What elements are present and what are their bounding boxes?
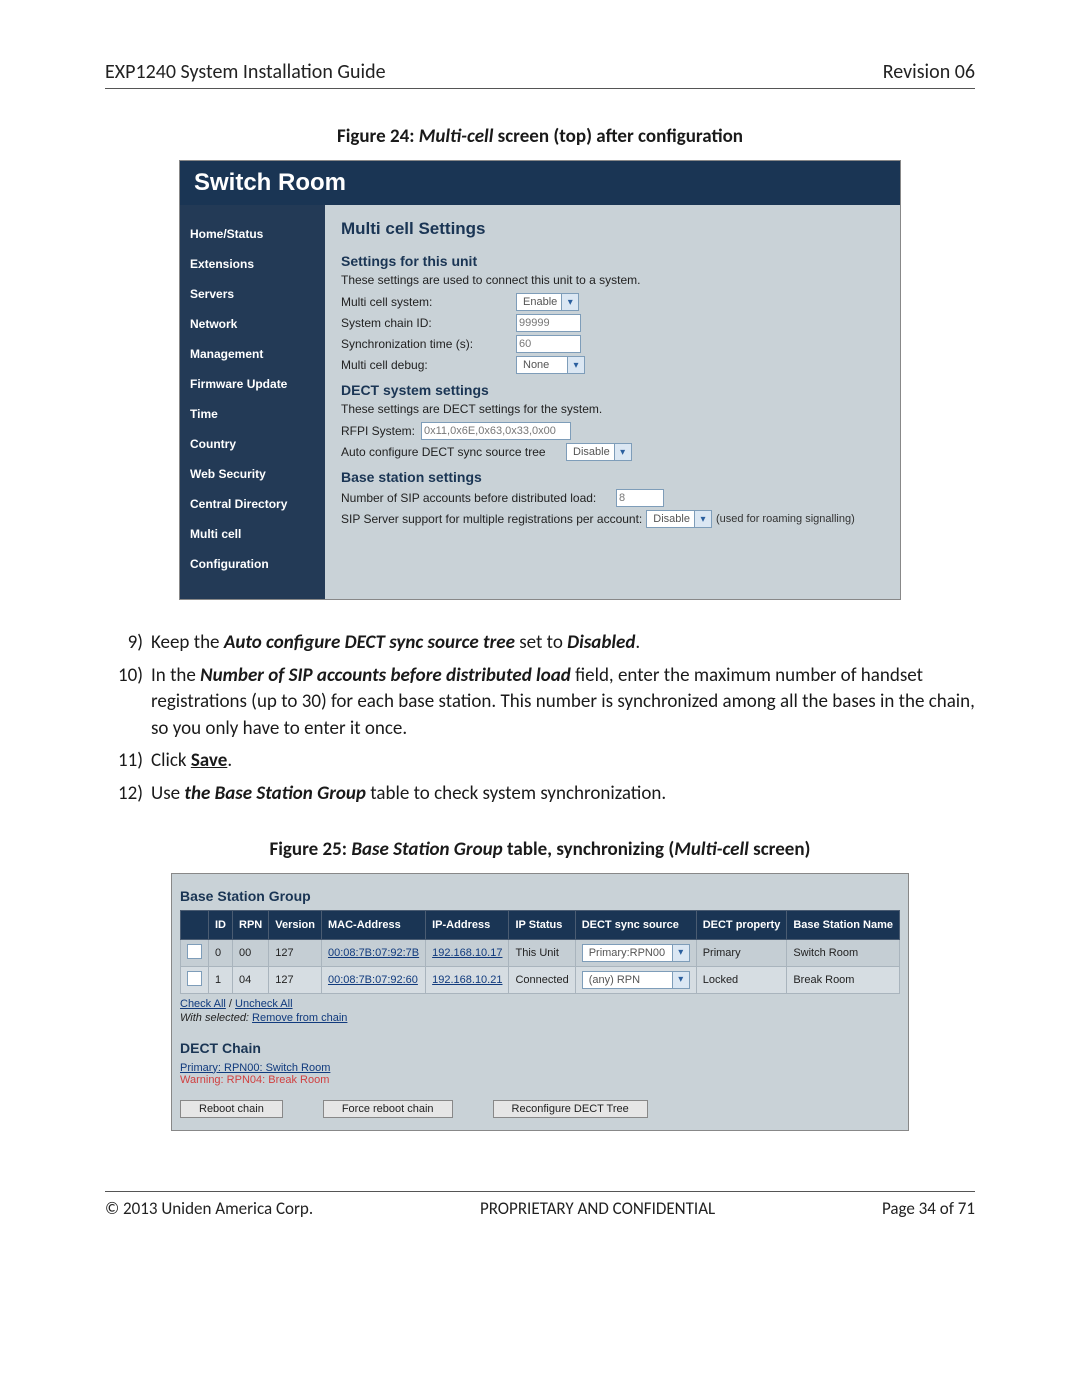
instruction-number: 12) xyxy=(105,781,151,808)
page-title: Multi cell Settings xyxy=(341,219,884,239)
section-dect-settings: DECT system settings xyxy=(341,382,884,398)
chain-id-input[interactable] xyxy=(516,314,581,332)
table-row: 00012700:08:7B:07:92:7B192.168.10.17This… xyxy=(181,939,900,966)
instruction-text: Use the Base Station Group table to chec… xyxy=(151,781,975,808)
col-header: DECT property xyxy=(696,910,787,939)
col-header xyxy=(181,910,209,939)
chevron-down-icon: ▾ xyxy=(672,945,689,961)
chevron-down-icon: ▾ xyxy=(614,444,631,460)
chevron-down-icon: ▾ xyxy=(694,511,711,527)
ip-link[interactable]: 192.168.10.21 xyxy=(432,974,502,986)
sync-time-label: Synchronization time (s): xyxy=(341,337,516,351)
figure24-screenshot: Switch Room Home/StatusExtensionsServers… xyxy=(179,160,901,600)
section-unit-settings: Settings for this unit xyxy=(341,253,884,269)
check-all-link[interactable]: Check All xyxy=(180,998,226,1010)
sidebar-item-servers[interactable]: Servers xyxy=(190,279,315,309)
chevron-down-icon: ▾ xyxy=(561,294,578,310)
reconfigure-dect-tree-button[interactable]: Reconfigure DECT Tree xyxy=(493,1100,648,1118)
bsg-table: IDRPNVersionMAC-AddressIP-AddressIP Stat… xyxy=(180,910,900,994)
sidebar-item-central-directory[interactable]: Central Directory xyxy=(190,489,315,519)
chevron-down-icon: ▾ xyxy=(567,357,584,373)
col-header: ID xyxy=(209,910,233,939)
debug-select[interactable]: None ▾ xyxy=(516,356,585,374)
uncheck-all-link[interactable]: Uncheck All xyxy=(235,998,292,1010)
rfpi-label: RFPI System: xyxy=(341,424,421,438)
sidebar-item-multi-cell[interactable]: Multi cell xyxy=(190,519,315,549)
instruction-text: In the Number of SIP accounts before dis… xyxy=(151,663,975,743)
instructions-list: 9)Keep the Auto configure DECT sync sour… xyxy=(105,630,975,808)
col-header: Base Station Name xyxy=(787,910,900,939)
autocfg-select[interactable]: Disable ▾ xyxy=(566,443,632,461)
footer-page: Page 34 of 71 xyxy=(882,1198,975,1219)
sip-before-label: Number of SIP accounts before distribute… xyxy=(341,491,616,505)
remove-from-chain-link[interactable]: Remove from chain xyxy=(252,1012,347,1024)
sidebar-item-configuration[interactable]: Configuration xyxy=(190,549,315,579)
table-row: 10412700:08:7B:07:92:60192.168.10.21Conn… xyxy=(181,966,900,993)
sip-before-input[interactable] xyxy=(616,489,664,507)
sidebar-item-web-security[interactable]: Web Security xyxy=(190,459,315,489)
doc-header: EXP1240 System Installation Guide Revisi… xyxy=(105,60,975,89)
col-header: RPN xyxy=(233,910,269,939)
instruction-number: 10) xyxy=(105,663,151,743)
dect-chain-heading: DECT Chain xyxy=(180,1040,900,1056)
rfpi-input[interactable] xyxy=(421,422,571,440)
sidebar-item-extensions[interactable]: Extensions xyxy=(190,249,315,279)
chain-primary-link[interactable]: Primary: RPN00: Switch Room xyxy=(180,1062,900,1074)
instruction-number: 11) xyxy=(105,748,151,775)
doc-revision: Revision 06 xyxy=(883,60,975,84)
content-pane: Multi cell Settings Settings for this un… xyxy=(325,205,900,599)
sidebar-item-time[interactable]: Time xyxy=(190,399,315,429)
sip-multi-note: (used for roaming signalling) xyxy=(716,513,855,525)
col-header: DECT sync source xyxy=(575,910,696,939)
ip-link[interactable]: 192.168.10.17 xyxy=(432,947,502,959)
col-header: MAC-Address xyxy=(321,910,425,939)
force-reboot-chain-button[interactable]: Force reboot chain xyxy=(323,1100,453,1118)
mac-link[interactable]: 00:08:7B:07:92:60 xyxy=(328,974,418,986)
instruction-text: Keep the Auto configure DECT sync source… xyxy=(151,630,975,657)
sidebar-nav: Home/StatusExtensionsServersNetworkManag… xyxy=(180,205,325,599)
multicell-system-label: Multi cell system: xyxy=(341,295,516,309)
multicell-system-select[interactable]: Enable ▾ xyxy=(516,293,579,311)
debug-label: Multi cell debug: xyxy=(341,358,516,372)
footer-copyright: © 2013 Uniden America Corp. xyxy=(105,1198,313,1219)
sidebar-item-country[interactable]: Country xyxy=(190,429,315,459)
figure24-caption: Figure 24: Multi-cell screen (top) after… xyxy=(105,125,975,148)
autocfg-label: Auto configure DECT sync source tree xyxy=(341,445,566,459)
row-checkbox[interactable] xyxy=(187,971,202,986)
with-selected-row: With selected: Remove from chain xyxy=(180,1012,900,1024)
footer-notice: PROPRIETARY AND CONFIDENTIAL xyxy=(480,1198,715,1219)
mac-link[interactable]: 00:08:7B:07:92:7B xyxy=(328,947,419,959)
section-unit-desc: These settings are used to connect this … xyxy=(341,273,884,287)
row-checkbox[interactable] xyxy=(187,944,202,959)
chevron-down-icon: ▾ xyxy=(672,972,689,988)
reboot-chain-button[interactable]: Reboot chain xyxy=(180,1100,283,1118)
window-title: Switch Room xyxy=(180,161,900,205)
sidebar-item-management[interactable]: Management xyxy=(190,339,315,369)
figure25-caption: Figure 25: Base Station Group table, syn… xyxy=(105,838,975,861)
col-header: IP Status xyxy=(509,910,575,939)
section-base-settings: Base station settings xyxy=(341,469,884,485)
sync-source-select[interactable]: (any) RPN▾ xyxy=(582,971,690,989)
col-header: IP-Address xyxy=(426,910,509,939)
bsg-heading: Base Station Group xyxy=(180,888,900,904)
figure25-screenshot: Base Station Group IDRPNVersionMAC-Addre… xyxy=(171,873,909,1131)
sip-multi-label: SIP Server support for multiple registra… xyxy=(341,512,642,526)
sidebar-item-firmware-update[interactable]: Firmware Update xyxy=(190,369,315,399)
sidebar-item-home-status[interactable]: Home/Status xyxy=(190,219,315,249)
sip-multi-select[interactable]: Disable ▾ xyxy=(646,510,712,528)
check-all-row: Check All / Uncheck All xyxy=(180,998,900,1010)
col-header: Version xyxy=(269,910,322,939)
instruction-text: Click Save. xyxy=(151,748,975,775)
doc-footer: © 2013 Uniden America Corp. PROPRIETARY … xyxy=(105,1191,975,1219)
chain-id-label: System chain ID: xyxy=(341,316,516,330)
sync-source-select[interactable]: Primary:RPN00▾ xyxy=(582,944,690,962)
chain-buttons: Reboot chain Force reboot chain Reconfigur… xyxy=(180,1100,900,1118)
instruction-number: 9) xyxy=(105,630,151,657)
section-dect-desc: These settings are DECT settings for the… xyxy=(341,402,884,416)
sync-time-input[interactable] xyxy=(516,335,581,353)
chain-warning: Warning: RPN04: Break Room xyxy=(180,1074,900,1086)
sidebar-item-network[interactable]: Network xyxy=(190,309,315,339)
doc-title: EXP1240 System Installation Guide xyxy=(105,60,386,84)
